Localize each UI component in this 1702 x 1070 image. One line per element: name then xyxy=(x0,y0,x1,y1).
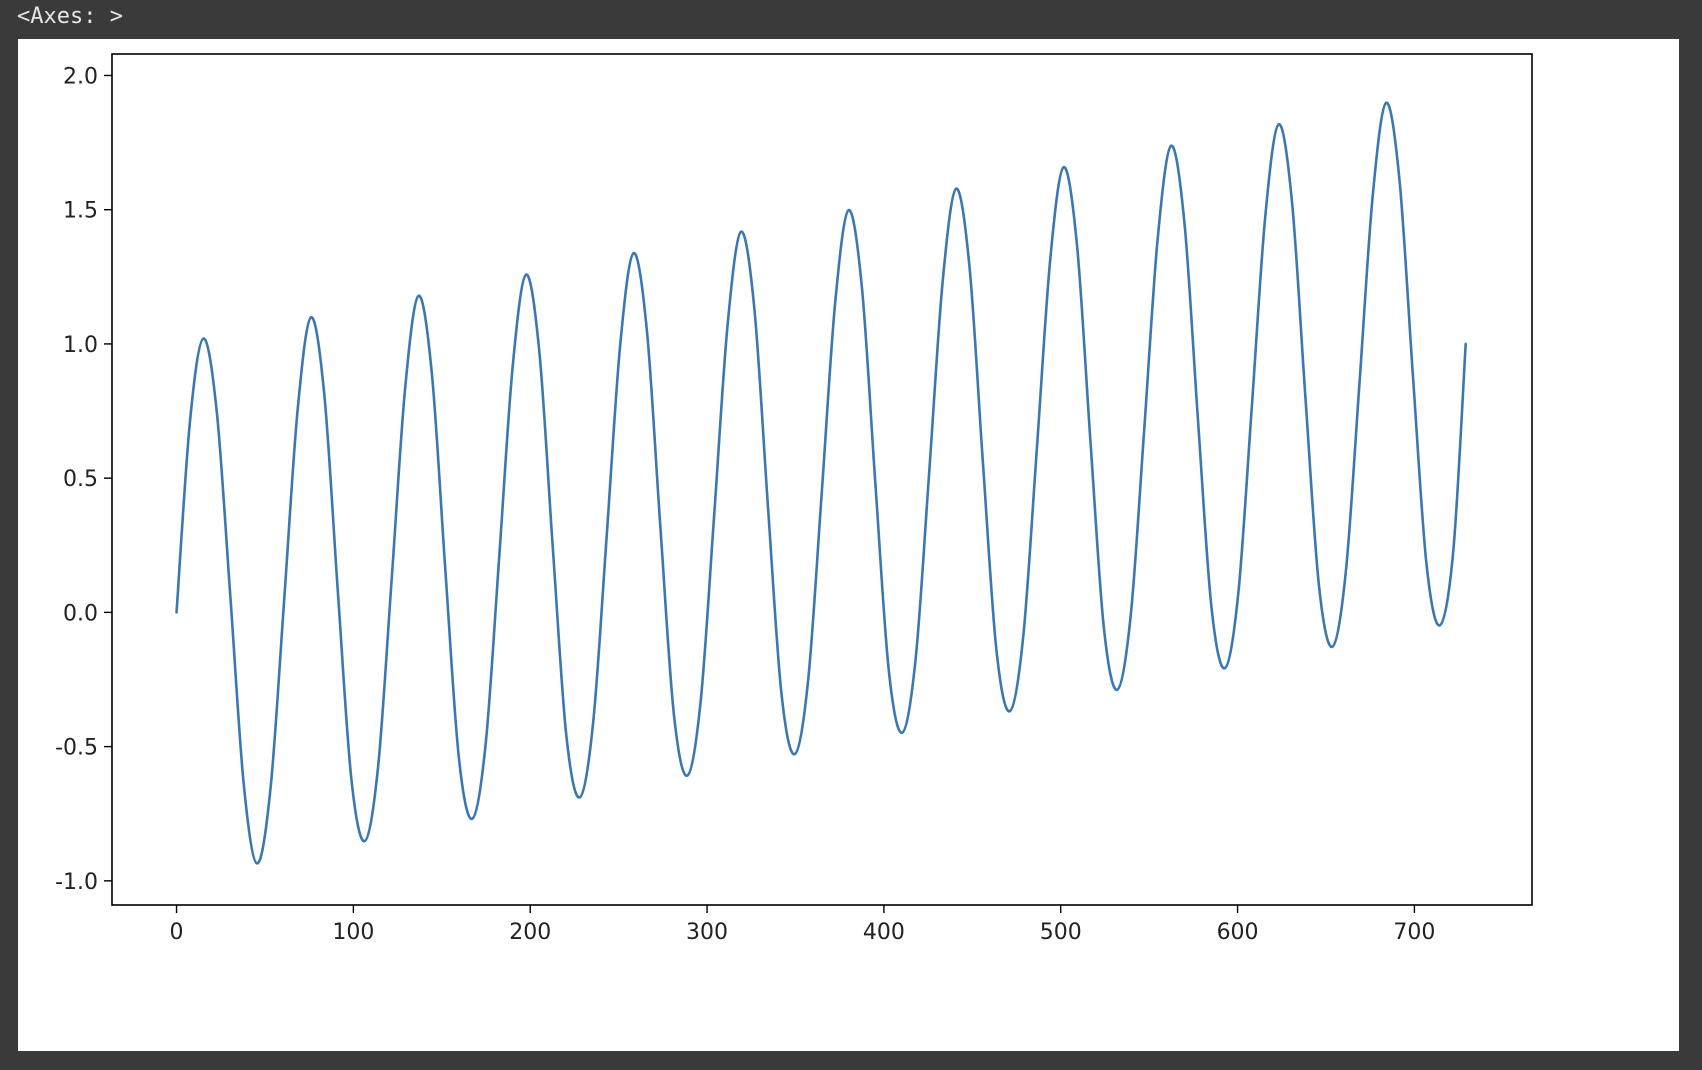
x-tick-label: 500 xyxy=(1040,920,1082,945)
y-tick-label: 0.0 xyxy=(63,601,98,626)
cell-output-label: <Axes: > xyxy=(17,4,123,29)
x-tick-label: 700 xyxy=(1393,920,1435,945)
y-tick-label: 0.5 xyxy=(63,467,98,492)
line-chart: 0 100 200 300 400 500 600 700 -1.0 -0.5 0.0 0.5 1.0… xyxy=(55,53,1533,945)
x-tick-label: 200 xyxy=(509,920,551,945)
figure-canvas: 0 100 200 300 400 500 600 700 -1.0 -0.5 0.0 0.5 1.0… xyxy=(18,39,1679,1051)
x-axis: 0 100 200 300 400 500 600 700 xyxy=(170,905,1435,945)
y-tick-label: -1.0 xyxy=(55,870,98,895)
y-tick-label: -0.5 xyxy=(55,736,98,761)
x-tick-label: 300 xyxy=(686,920,728,945)
y-axis: -1.0 -0.5 0.0 0.5 1.0 1.5 2.0 xyxy=(55,64,112,895)
x-tick-label: 600 xyxy=(1217,920,1259,945)
y-tick-label: 1.0 xyxy=(63,333,98,358)
x-tick-label: 400 xyxy=(863,920,905,945)
series-line xyxy=(175,101,1467,865)
x-tick-label: 0 xyxy=(170,920,184,945)
x-tick-label: 100 xyxy=(332,920,374,945)
y-tick-label: 2.0 xyxy=(63,64,98,89)
y-tick-label: 1.5 xyxy=(63,199,98,224)
